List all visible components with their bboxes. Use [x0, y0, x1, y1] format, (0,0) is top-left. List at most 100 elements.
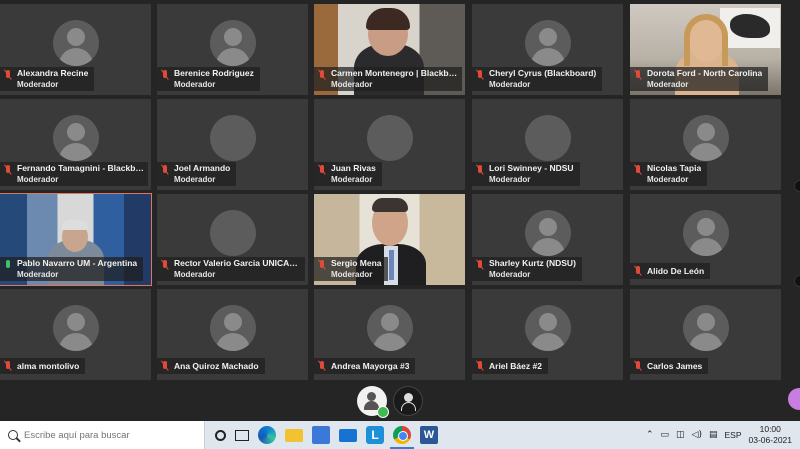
participant-name: Alido De León	[647, 266, 705, 276]
avatar	[682, 210, 729, 256]
battery-icon[interactable]: ▭	[661, 430, 670, 440]
my-status-button[interactable]	[357, 386, 389, 418]
participant-name: Alexandra Recine	[17, 68, 89, 78]
participant-tile[interactable]: Cheryl Cyrus (Blackboard) Moderador	[472, 4, 623, 95]
nameplate: Andrea Mayorga #3	[314, 358, 416, 374]
nameplate: Fernando Tamagnini - Blackbo... Moderador	[0, 162, 148, 186]
participant-tile[interactable]: Alido De León	[630, 194, 781, 285]
taskbar-search[interactable]	[0, 421, 205, 449]
mic-muted-icon	[4, 70, 12, 82]
cortana-icon[interactable]	[215, 429, 226, 441]
search-input[interactable]	[24, 429, 204, 441]
avatar	[52, 115, 99, 161]
mic-muted-icon	[318, 165, 326, 177]
participants-panel-button[interactable]	[393, 386, 423, 416]
participant-tile[interactable]: Juan Rivas Moderador	[314, 99, 465, 190]
participant-role: Moderador	[17, 80, 59, 89]
participant-tile[interactable]: Ana Quiroz Machado	[157, 289, 308, 380]
participant-tile[interactable]: Berenice Rodriguez Moderador	[157, 4, 308, 95]
participant-name: Ana Quiroz Machado	[174, 361, 259, 371]
nameplate: Sharley Kurtz (NDSU) Moderador	[472, 257, 582, 281]
participant-tile[interactable]: alma montolivo	[0, 289, 151, 380]
participant-role: Moderador	[174, 270, 216, 279]
file-explorer-icon[interactable]	[285, 428, 303, 442]
nameplate: Alido De León	[630, 263, 711, 279]
participant-tile[interactable]: Rector Valerio Garcia UNICARIBE Moderador	[157, 194, 308, 285]
mic-muted-icon	[634, 361, 642, 373]
clock-time: 10:00	[759, 424, 781, 434]
next-page-arrow-icon[interactable]	[794, 180, 800, 192]
participant-tile-active-speaker[interactable]: Pablo Navarro UM - Argentina Moderador	[0, 193, 152, 286]
scroll-handle-icon[interactable]	[794, 275, 800, 287]
participant-role: Moderador	[331, 270, 373, 279]
participant-tile-video[interactable]: Dorota Ford - North Carolina Moderador	[630, 4, 781, 95]
participant-name: Andrea Mayorga #3	[331, 361, 410, 371]
participant-tile[interactable]: Ariel Báez #2	[472, 289, 623, 380]
participant-name: Lori Swinney - NDSU	[489, 163, 574, 173]
mic-muted-icon	[634, 165, 642, 177]
participant-role: Moderador	[17, 175, 59, 184]
windows-taskbar: L W ⌃ ▭ ◫ ◁) ▤ ESP 10:00 03-06-2021	[0, 421, 800, 449]
nameplate: Carlos James	[630, 358, 709, 374]
chrome-icon[interactable]	[390, 426, 414, 449]
participant-name: Carlos James	[647, 361, 703, 371]
nameplate: Pablo Navarro UM - Argentina Moderador	[0, 257, 144, 281]
participant-tile[interactable]: Fernando Tamagnini - Blackbo... Moderador	[0, 99, 151, 190]
participant-role: Moderador	[331, 175, 373, 184]
clock[interactable]: 10:00 03-06-2021	[749, 424, 792, 446]
participant-tile[interactable]: Andrea Mayorga #3	[314, 289, 465, 380]
participant-tile[interactable]: Alexandra Recine Moderador	[0, 4, 151, 95]
participant-role: Moderador	[647, 175, 689, 184]
nameplate: Carmen Montenegro | Blackbo... Moderador	[314, 67, 462, 91]
nameplate: Sergio Mena Moderador	[314, 257, 388, 281]
avatar	[366, 115, 413, 161]
launcher-app-icon[interactable]: L	[366, 426, 384, 444]
microsoft-store-icon[interactable]	[312, 426, 330, 444]
language-indicator[interactable]: ESP	[725, 430, 742, 440]
notification-icon[interactable]: ▤	[709, 430, 718, 440]
mic-muted-icon	[318, 70, 326, 82]
mic-muted-icon	[476, 70, 484, 82]
participant-tile[interactable]: Lori Swinney - NDSU Moderador	[472, 99, 623, 190]
participant-tile[interactable]: Sharley Kurtz (NDSU) Moderador	[472, 194, 623, 285]
mic-on-icon	[4, 260, 12, 272]
nameplate: Juan Rivas Moderador	[314, 162, 382, 186]
participant-tile[interactable]: Carlos James	[630, 289, 781, 380]
participant-tile-video[interactable]: Sergio Mena Moderador	[314, 194, 465, 285]
avatar	[209, 115, 256, 161]
participant-role: Moderador	[647, 80, 689, 89]
avatar	[52, 20, 99, 66]
profile-icon	[367, 392, 376, 401]
network-icon[interactable]: ◫	[676, 430, 685, 440]
collaborate-panel-toggle[interactable]	[788, 388, 800, 410]
nameplate: Cheryl Cyrus (Blackboard) Moderador	[472, 67, 603, 91]
mic-muted-icon	[634, 70, 642, 82]
volume-icon[interactable]: ◁)	[692, 430, 702, 440]
avatar	[524, 210, 571, 256]
nameplate: Alexandra Recine Moderador	[0, 67, 95, 91]
nameplate: alma montolivo	[0, 358, 86, 374]
participant-tile[interactable]: Nicolas Tapia Moderador	[630, 99, 781, 190]
mic-muted-icon	[4, 165, 12, 177]
participant-role: Moderador	[331, 80, 373, 89]
participant-tile-video[interactable]: Carmen Montenegro | Blackbo... Moderador	[314, 4, 465, 95]
mic-muted-icon	[318, 260, 326, 272]
mail-icon[interactable]	[339, 428, 357, 442]
people-icon[interactable]: ⌃	[646, 430, 654, 440]
participant-name: Joel Armando	[174, 163, 231, 173]
participant-name: Nicolas Tapia	[647, 163, 702, 173]
mic-muted-icon	[161, 361, 169, 373]
avatar	[682, 115, 729, 161]
edge-browser-icon[interactable]	[258, 426, 276, 444]
participant-name: Pablo Navarro UM - Argentina	[17, 258, 138, 268]
participant-tile[interactable]: Joel Armando Moderador	[157, 99, 308, 190]
mic-muted-icon	[161, 260, 169, 272]
nameplate: Ariel Báez #2	[472, 358, 548, 374]
word-icon[interactable]: W	[420, 426, 438, 444]
avatar	[209, 210, 256, 256]
mic-muted-icon	[4, 361, 12, 373]
participant-name: Cheryl Cyrus (Blackboard)	[489, 68, 597, 78]
task-view-icon[interactable]	[235, 429, 249, 441]
mic-muted-icon	[476, 260, 484, 272]
participant-name: Rector Valerio Garcia UNICARIBE	[174, 258, 302, 268]
